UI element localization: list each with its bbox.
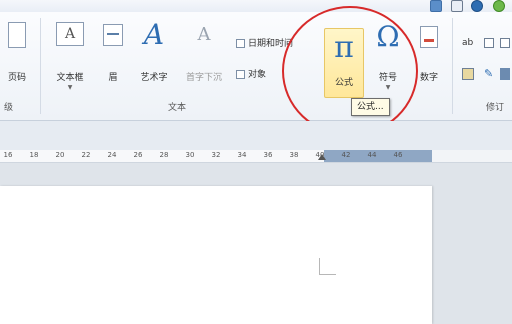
ruler-tick-label: 26 bbox=[133, 151, 143, 159]
margin-corner-mark bbox=[319, 258, 336, 275]
annotation-circle bbox=[282, 6, 418, 136]
edit-icon[interactable]: ✎ bbox=[484, 67, 493, 80]
page-number-label: 页码 bbox=[7, 73, 26, 83]
group-separator bbox=[452, 18, 453, 114]
ruler-tick-label: 46 bbox=[393, 151, 403, 159]
document-page[interactable] bbox=[0, 186, 432, 324]
form-field-icon[interactable] bbox=[500, 38, 510, 48]
object-label: 对象 bbox=[248, 70, 267, 80]
ruler-tick-label: 44 bbox=[367, 151, 377, 159]
ruler-right-margin bbox=[324, 150, 432, 162]
drop-cap-label: 首字下沉 bbox=[185, 73, 222, 83]
ruler-tick-label: 32 bbox=[211, 151, 221, 159]
ruler-tick-label: 28 bbox=[159, 151, 169, 159]
ruler-tick-label: 18 bbox=[29, 151, 39, 159]
word-processor-window: 页码 级 A 文本框 ▼ 眉 A 艺术字 A 首字下沉 日期和时间 对象 文本 … bbox=[0, 0, 512, 324]
ruler-tick-label: 16 bbox=[3, 151, 13, 159]
list-icon[interactable] bbox=[500, 68, 510, 80]
skin-icon[interactable] bbox=[430, 0, 442, 12]
wordart-button[interactable]: A 艺术字 bbox=[134, 18, 174, 88]
ruler-tick-label: 36 bbox=[263, 151, 273, 159]
ruler-tick-label: 20 bbox=[55, 151, 65, 159]
chevron-down-icon: ▼ bbox=[67, 84, 73, 91]
header-footer-icon bbox=[103, 24, 123, 46]
group-label-left: 级 bbox=[4, 103, 14, 113]
toolbar-gap bbox=[0, 121, 512, 150]
number-icon bbox=[420, 26, 438, 48]
ruler-tick-label: 22 bbox=[81, 151, 91, 159]
group-separator bbox=[40, 18, 41, 114]
field-code-icon[interactable]: ab bbox=[462, 38, 473, 48]
wordart-icon: A bbox=[143, 18, 165, 51]
calendar-icon bbox=[236, 39, 245, 48]
ruler-tick-label: 24 bbox=[107, 151, 117, 159]
textbox-label: 文本框 bbox=[56, 73, 84, 83]
horizontal-ruler[interactable]: 16 18 20 22 24 26 28 30 32 34 36 38 40 42 44 46 bbox=[0, 150, 512, 163]
wordart-label: 艺术字 bbox=[140, 73, 168, 83]
textbox-icon: A bbox=[56, 22, 84, 46]
ruler-tick-label: 30 bbox=[185, 151, 195, 159]
object-button[interactable]: 对象 bbox=[236, 67, 266, 80]
group-label-right: 修订 bbox=[486, 103, 505, 113]
update-icon[interactable] bbox=[493, 0, 505, 12]
textbox-button[interactable]: A 文本框 ▼ bbox=[50, 18, 90, 94]
page-number-button[interactable]: 页码 bbox=[2, 18, 32, 88]
restore-icon[interactable] bbox=[451, 0, 463, 12]
header-footer-button[interactable]: 眉 bbox=[98, 18, 128, 88]
object-icon bbox=[236, 70, 245, 79]
help-icon[interactable] bbox=[471, 0, 483, 12]
datetime-button[interactable]: 日期和时间 bbox=[236, 36, 293, 49]
ruler-tick-label: 34 bbox=[237, 151, 247, 159]
page-number-icon bbox=[8, 22, 26, 48]
drop-cap-icon: A bbox=[197, 24, 211, 45]
ribbon-insert-tab: 页码 级 A 文本框 ▼ 眉 A 艺术字 A 首字下沉 日期和时间 对象 文本 … bbox=[0, 12, 512, 121]
header-footer-label: 眉 bbox=[108, 73, 118, 83]
group-label-text: 文本 bbox=[168, 103, 187, 113]
ruler-tick-label: 38 bbox=[289, 151, 299, 159]
checkbox-icon[interactable] bbox=[484, 38, 494, 48]
frame-icon[interactable] bbox=[462, 68, 474, 80]
title-bar bbox=[0, 0, 512, 12]
ruler-tick-label: 42 bbox=[341, 151, 351, 159]
indent-marker[interactable] bbox=[318, 154, 326, 160]
drop-cap-button[interactable]: A 首字下沉 bbox=[182, 18, 226, 88]
